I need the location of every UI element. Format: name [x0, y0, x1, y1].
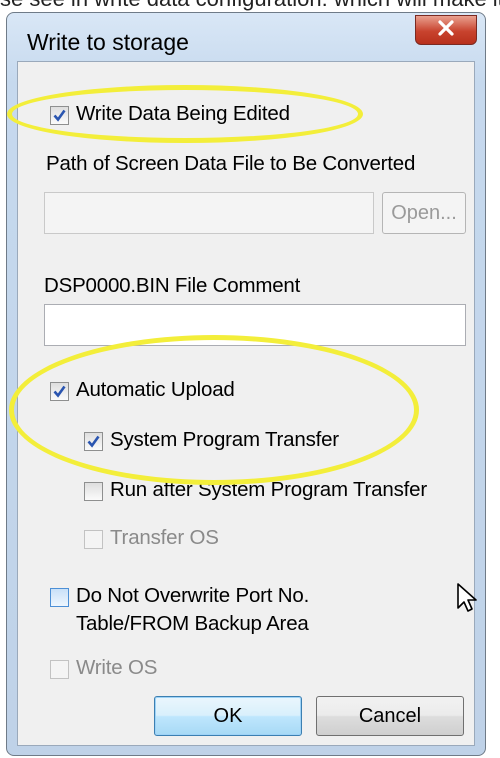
write-os-label: Write OS	[76, 656, 158, 679]
transfer-os-label: Transfer OS	[110, 526, 219, 549]
background-text: se see in write data configuration: whic…	[0, 0, 500, 12]
write-data-being-edited-checkbox[interactable]	[50, 106, 69, 125]
automatic-upload-label: Automatic Upload	[76, 378, 235, 401]
dialog-body: Write Data Being Edited Path of Screen D…	[17, 61, 477, 746]
run-after-transfer-checkbox[interactable]	[84, 482, 103, 501]
check-mark-icon	[53, 385, 66, 398]
system-program-transfer-label: System Program Transfer	[110, 428, 339, 451]
open-button[interactable]: Open...	[382, 192, 466, 234]
write-data-being-edited-label: Write Data Being Edited	[76, 102, 290, 125]
path-input[interactable]	[44, 192, 374, 234]
background-text-strip: se see in write data configuration: whic…	[0, 0, 500, 12]
do-not-overwrite-label-line2: Table/FROM Backup Area	[76, 612, 309, 635]
system-program-transfer-checkbox[interactable]	[84, 432, 103, 451]
mouse-pointer-icon	[457, 583, 477, 612]
automatic-upload-checkbox[interactable]	[50, 382, 69, 401]
do-not-overwrite-checkbox[interactable]	[50, 588, 69, 607]
do-not-overwrite-label-line1: Do Not Overwrite Port No.	[76, 584, 310, 607]
ok-button[interactable]: OK	[154, 696, 302, 736]
check-mark-icon	[87, 435, 100, 448]
transfer-os-checkbox[interactable]	[84, 530, 103, 549]
dialog-title: Write to storage	[27, 29, 189, 55]
check-mark-icon	[53, 109, 66, 122]
cancel-button[interactable]: Cancel	[316, 696, 464, 736]
file-comment-input[interactable]	[44, 304, 466, 346]
run-after-transfer-label: Run after System Program Transfer	[110, 478, 427, 501]
close-button[interactable]	[415, 15, 477, 45]
write-to-storage-dialog: Write to storage Write Data Being Edited…	[6, 12, 486, 756]
path-label: Path of Screen Data File to Be Converted	[46, 152, 416, 175]
file-comment-label: DSP0000.BIN File Comment	[44, 274, 301, 297]
close-icon	[437, 19, 455, 41]
write-os-checkbox[interactable]	[50, 660, 69, 679]
